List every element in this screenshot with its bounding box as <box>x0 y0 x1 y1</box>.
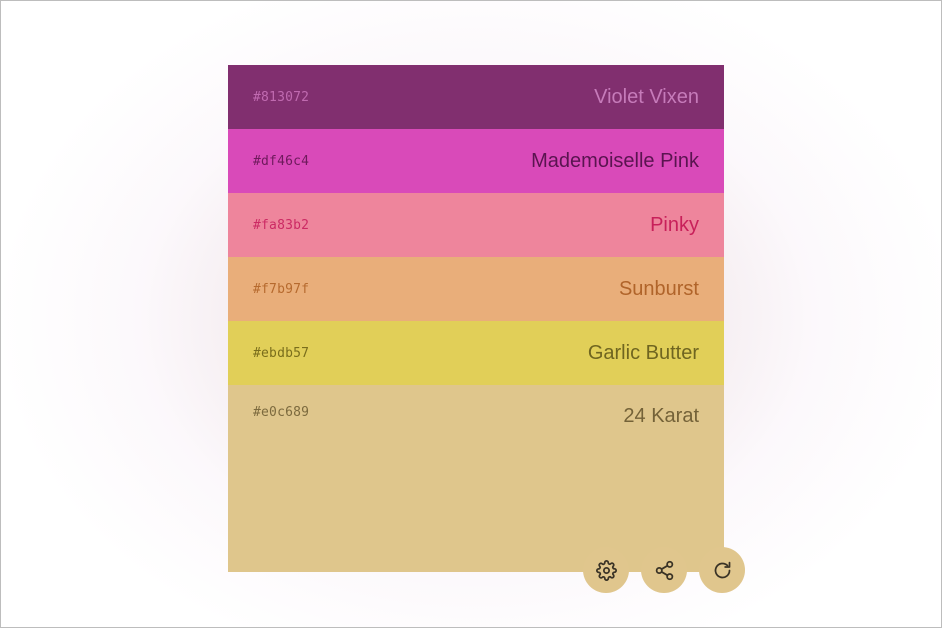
swatch-color-name: 24 Karat <box>623 405 699 427</box>
app-frame: #813072 Violet Vixen #df46c4 Mademoisell… <box>0 0 942 628</box>
swatch-color-name: Mademoiselle Pink <box>531 149 699 172</box>
refresh-icon <box>714 561 730 578</box>
color-swatch-violet-vixen[interactable]: #813072 Violet Vixen <box>228 65 724 129</box>
swatch-color-name: Violet Vixen <box>594 85 699 108</box>
swatch-hex-code[interactable]: #ebdb57 <box>253 346 309 361</box>
settings-button[interactable] <box>583 547 629 593</box>
swatch-color-name: Pinky <box>650 213 699 236</box>
swatch-color-name: Garlic Butter <box>587 341 699 364</box>
swatch-hex-code[interactable]: #e0c689 <box>253 405 309 420</box>
share-button[interactable] <box>641 547 687 593</box>
swatch-hex-code[interactable]: #df46c4 <box>253 154 309 169</box>
palette: #813072 Violet Vixen #df46c4 Mademoisell… <box>228 65 724 572</box>
color-swatch-garlic-butter[interactable]: #ebdb57 Garlic Butter <box>228 321 724 385</box>
swatch-hex-code[interactable]: #813072 <box>253 90 309 105</box>
swatch-hex-code[interactable]: #fa83b2 <box>253 218 309 233</box>
swatch-color-name: Sunburst <box>618 277 699 300</box>
color-swatch-sunburst[interactable]: #f7b97f Sunburst <box>228 257 724 321</box>
share-icon <box>655 560 673 580</box>
color-swatch-24-karat[interactable]: #e0c689 24 Karat <box>228 385 724 572</box>
color-swatch-pinky[interactable]: #fa83b2 Pinky <box>228 193 724 257</box>
gear-icon <box>595 559 617 581</box>
refresh-button[interactable] <box>699 547 745 593</box>
action-buttons <box>583 547 745 593</box>
swatch-hex-code[interactable]: #f7b97f <box>253 282 309 297</box>
color-swatch-mademoiselle-pink[interactable]: #df46c4 Mademoiselle Pink <box>228 129 724 193</box>
